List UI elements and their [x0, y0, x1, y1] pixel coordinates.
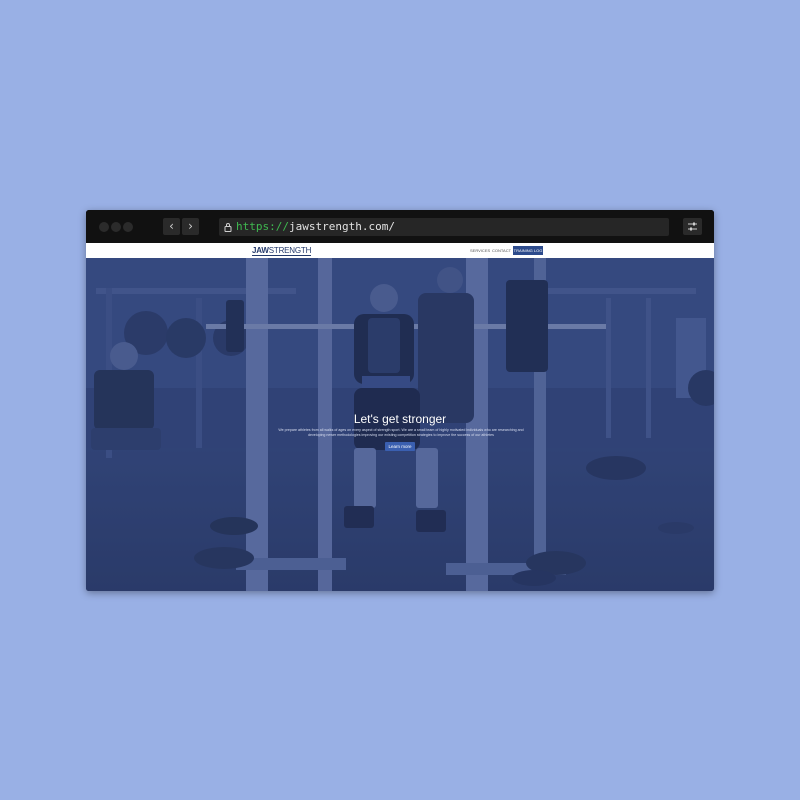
hero-section: Let's get stronger We prepare athletes f…	[86, 258, 714, 591]
lock-icon	[224, 223, 232, 232]
settings-button[interactable]	[683, 218, 702, 235]
browser-toolbar: ‹ › https://jawstrength.com/	[86, 210, 714, 243]
window-minimize-dot[interactable]	[111, 222, 121, 232]
browser-window: ‹ › https://jawstrength.com/ JAWSTRENGTH…	[86, 210, 714, 591]
logo-bold-text: JAW	[252, 246, 269, 255]
url-text: https://jawstrength.com/	[236, 218, 395, 236]
settings-sliders-icon	[688, 222, 697, 231]
address-bar[interactable]: https://jawstrength.com/	[219, 218, 669, 236]
window-close-dot[interactable]	[99, 222, 109, 232]
nav-link-contact[interactable]: CONTACT	[492, 248, 511, 253]
learn-more-button[interactable]: Learn more	[385, 442, 415, 451]
back-button[interactable]: ‹	[163, 218, 180, 235]
logo-light-text: STRENGTH	[268, 246, 312, 255]
chevron-left-icon: ‹	[169, 219, 174, 233]
url-host: jawstrength.com/	[288, 220, 395, 233]
site-logo[interactable]: JAWSTRENGTH	[252, 246, 311, 256]
training-log-button[interactable]: TRAINING LOG	[513, 246, 543, 255]
window-zoom-dot[interactable]	[123, 222, 133, 232]
hero-description: We prepare athletes from all walks of ag…	[278, 428, 524, 437]
url-scheme: https://	[236, 220, 289, 233]
forward-button[interactable]: ›	[182, 218, 199, 235]
hero-title: Let's get stronger	[353, 412, 447, 426]
nav-link-services[interactable]: SERVICES	[470, 248, 490, 253]
website-viewport: JAWSTRENGTH SERVICES CONTACT TRAINING LO…	[86, 243, 714, 591]
chevron-right-icon: ›	[188, 219, 193, 233]
site-header: JAWSTRENGTH SERVICES CONTACT TRAINING LO…	[86, 243, 714, 258]
